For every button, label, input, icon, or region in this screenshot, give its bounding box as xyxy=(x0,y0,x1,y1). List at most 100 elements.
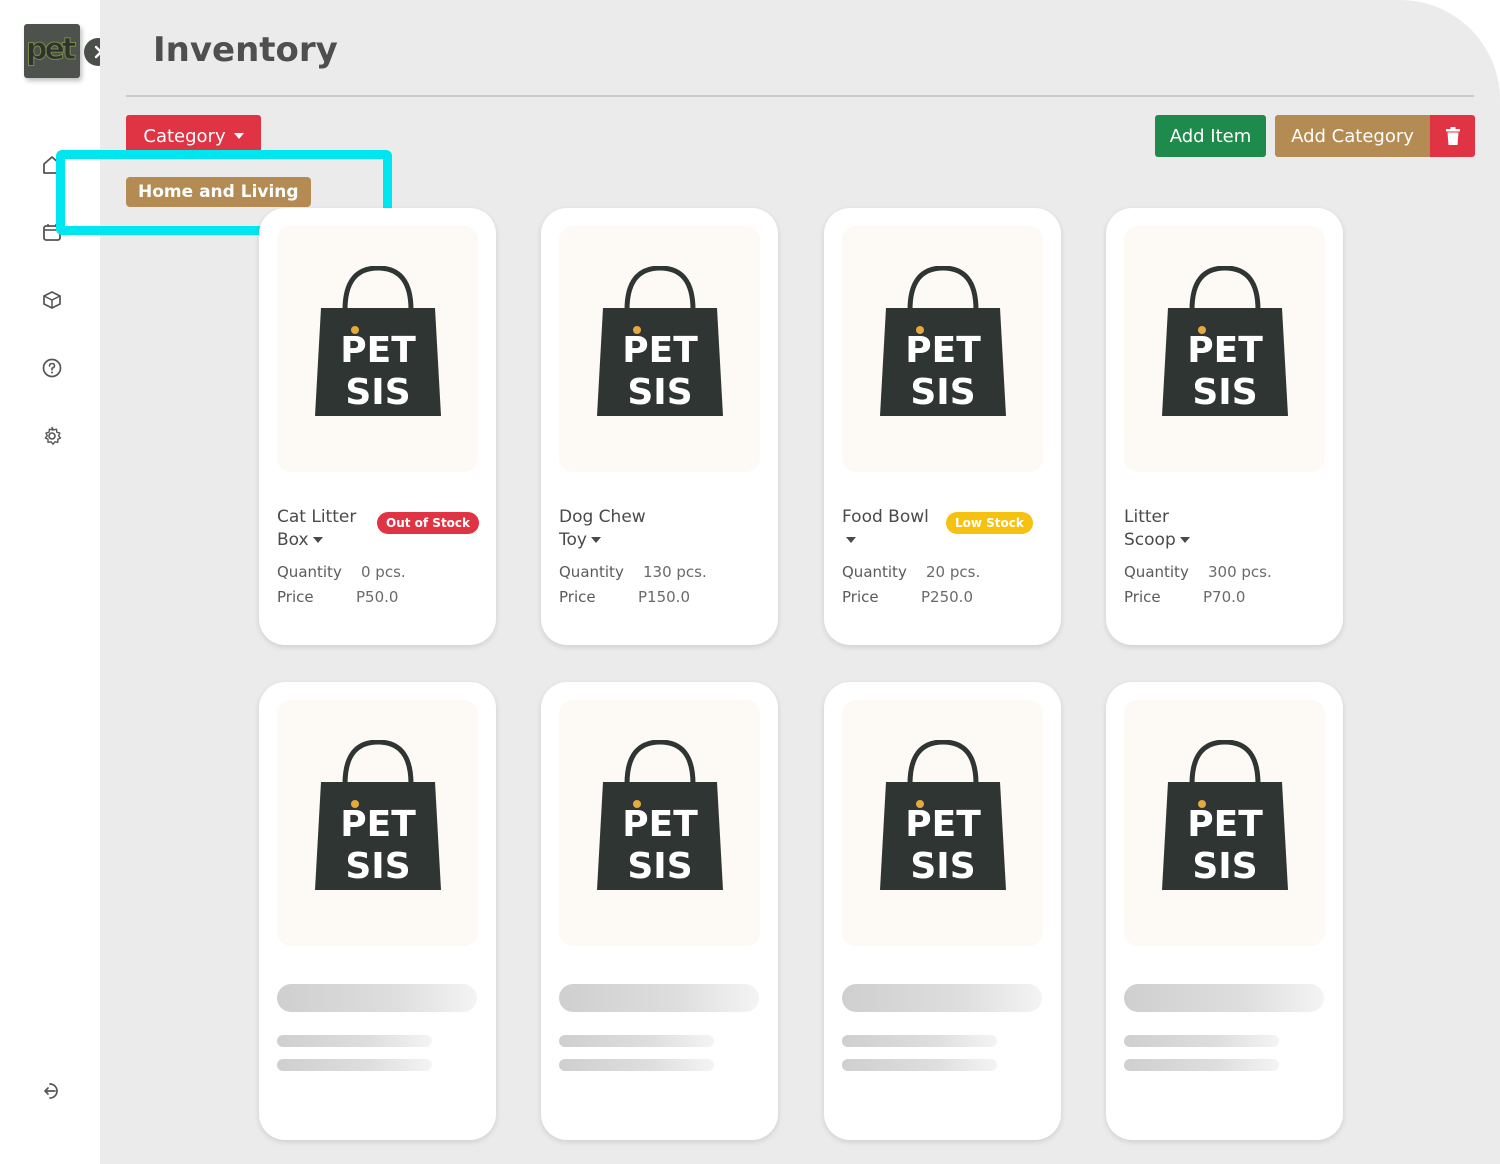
header-divider xyxy=(126,95,1474,97)
svg-text:SIS: SIS xyxy=(345,372,410,413)
svg-text:PET: PET xyxy=(340,330,416,371)
product-card[interactable]: PET SIS Dog Chew Toy Quantity 130 pcs. P… xyxy=(541,208,778,645)
svg-text:SIS: SIS xyxy=(627,372,692,413)
caret-down-icon[interactable] xyxy=(1179,537,1190,543)
product-name-line2: Box xyxy=(277,530,309,550)
svg-text:PET: PET xyxy=(905,804,981,845)
product-image: PET SIS xyxy=(277,226,478,472)
product-name[interactable]: Dog Chew Toy xyxy=(559,506,646,552)
product-name-line2: Scoop xyxy=(1124,530,1176,550)
stock-status-badge: Out of Stock xyxy=(377,512,480,534)
product-name-line2: Toy xyxy=(559,530,587,550)
price-label: Price xyxy=(277,588,314,606)
quantity-label: Quantity xyxy=(842,563,907,581)
product-name[interactable]: Food Bowl xyxy=(842,506,929,552)
svg-text:SIS: SIS xyxy=(345,846,410,887)
add-item-button[interactable]: Add Item xyxy=(1155,115,1266,157)
product-name[interactable]: Cat Litter Box xyxy=(277,506,356,552)
price-label: Price xyxy=(842,588,879,606)
svg-text:PET: PET xyxy=(622,804,698,845)
skeleton-title xyxy=(559,984,759,1012)
product-card-loading[interactable]: PET SIS xyxy=(1106,682,1343,1140)
stock-status-badge: Low Stock xyxy=(946,512,1033,534)
product-name-line1: Litter xyxy=(1124,507,1169,527)
pet-sis-bag-icon: PET SIS xyxy=(1162,266,1288,416)
skeleton-title xyxy=(277,984,477,1012)
price-value: P70.0 xyxy=(1203,588,1246,606)
product-card-loading[interactable]: PET SIS xyxy=(541,682,778,1140)
category-label: Category xyxy=(143,125,226,147)
product-image: PET SIS xyxy=(559,700,760,946)
price-label: Price xyxy=(559,588,596,606)
help-icon[interactable] xyxy=(40,356,64,380)
pet-sis-bag-icon: PET SIS xyxy=(880,740,1006,890)
quantity-label: Quantity xyxy=(1124,563,1189,581)
caret-down-icon[interactable] xyxy=(312,537,323,543)
product-name-line1: Dog Chew xyxy=(559,507,646,527)
product-image: PET SIS xyxy=(842,226,1043,472)
pet-sis-bag-icon: PET SIS xyxy=(1162,740,1288,890)
product-image: PET SIS xyxy=(1124,226,1325,472)
skeleton-title xyxy=(1124,984,1324,1012)
pet-sis-bag-icon: PET SIS xyxy=(315,266,441,416)
quantity-value: 0 pcs. xyxy=(361,563,406,581)
svg-text:SIS: SIS xyxy=(910,846,975,887)
product-name-line1: Food Bowl xyxy=(842,507,929,527)
svg-text:SIS: SIS xyxy=(627,846,692,887)
main-content: Inventory Category Add Item Add Category… xyxy=(56,0,1500,1164)
product-card[interactable]: PET SIS Cat Litter Box Out of Stock Quant… xyxy=(259,208,496,645)
quantity-value: 130 pcs. xyxy=(643,563,707,581)
add-category-button[interactable]: Add Category xyxy=(1275,115,1430,157)
svg-text:SIS: SIS xyxy=(1192,846,1257,887)
svg-text:PET: PET xyxy=(622,330,698,371)
pet-sis-bag-icon: PET SIS xyxy=(880,266,1006,416)
product-card[interactable]: PET SIS Food Bowl Low Stock Quantity 20 p… xyxy=(824,208,1061,645)
product-image: PET SIS xyxy=(559,226,760,472)
product-card-loading[interactable]: PET SIS xyxy=(824,682,1061,1140)
skeleton-title xyxy=(842,984,1042,1012)
pet-sis-bag-icon: PET SIS xyxy=(597,740,723,890)
product-name-line1: Cat Litter xyxy=(277,507,357,527)
svg-text:SIS: SIS xyxy=(910,372,975,413)
svg-text:PET: PET xyxy=(340,804,416,845)
svg-text:SIS: SIS xyxy=(1192,372,1257,413)
caret-down-icon[interactable] xyxy=(590,537,601,543)
price-value: P250.0 xyxy=(921,588,973,606)
quantity-value: 20 pcs. xyxy=(926,563,981,581)
page-title: Inventory xyxy=(153,30,338,70)
skeleton-line xyxy=(842,1035,997,1047)
caret-down-icon[interactable] xyxy=(846,537,856,543)
svg-text:PET: PET xyxy=(1187,804,1263,845)
caret-down-icon xyxy=(233,133,244,139)
product-card[interactable]: PET SIS Litter Scoop Quantity 300 pcs. P… xyxy=(1106,208,1343,645)
trash-icon xyxy=(1445,127,1460,145)
quantity-label: Quantity xyxy=(559,563,624,581)
logo-text: pet xyxy=(25,32,76,68)
svg-text:PET: PET xyxy=(905,330,981,371)
price-label: Price xyxy=(1124,588,1161,606)
product-image: PET SIS xyxy=(277,700,478,946)
skeleton-line xyxy=(842,1059,997,1071)
price-value: P150.0 xyxy=(638,588,690,606)
box-icon[interactable] xyxy=(40,288,64,312)
skeleton-line xyxy=(559,1035,714,1047)
settings-icon[interactable] xyxy=(40,424,64,448)
quantity-label: Quantity xyxy=(277,563,342,581)
price-value: P50.0 xyxy=(356,588,399,606)
product-card-loading[interactable]: PET SIS xyxy=(259,682,496,1140)
pet-sis-bag-icon: PET SIS xyxy=(597,266,723,416)
skeleton-line xyxy=(1124,1035,1279,1047)
skeleton-line xyxy=(559,1059,714,1071)
skeleton-line xyxy=(1124,1059,1279,1071)
skeleton-line xyxy=(277,1035,432,1047)
product-image: PET SIS xyxy=(842,700,1043,946)
delete-button[interactable] xyxy=(1430,115,1475,157)
product-image: PET SIS xyxy=(1124,700,1325,946)
pet-sis-bag-icon: PET SIS xyxy=(315,740,441,890)
logout-icon[interactable] xyxy=(40,1079,64,1103)
svg-text:PET: PET xyxy=(1187,330,1263,371)
skeleton-line xyxy=(277,1059,432,1071)
app-logo[interactable]: pet xyxy=(24,24,80,78)
product-name[interactable]: Litter Scoop xyxy=(1124,506,1190,552)
quantity-value: 300 pcs. xyxy=(1208,563,1272,581)
